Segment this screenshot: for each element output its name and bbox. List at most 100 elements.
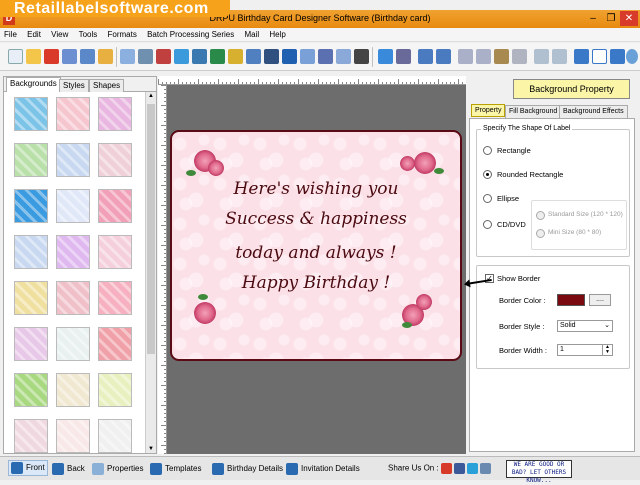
background-thumbnail[interactable] (14, 189, 48, 223)
radio-cd-dvd[interactable] (483, 220, 492, 229)
background-thumbnail[interactable] (56, 189, 90, 223)
background-thumbnail[interactable] (56, 327, 90, 361)
cut-icon[interactable] (476, 49, 491, 64)
background-thumbnail[interactable] (14, 143, 48, 177)
pencil-icon[interactable] (210, 49, 225, 64)
menu-batch-processing-series[interactable]: Batch Processing Series (143, 28, 238, 42)
fit-window-icon[interactable] (610, 49, 625, 64)
front-button[interactable]: Front (8, 460, 48, 476)
card-text-line-3[interactable]: today and always ! (172, 242, 460, 264)
border-width-spinner[interactable]: 1 ▲ ▼ (557, 344, 613, 356)
save-icon[interactable] (62, 49, 77, 64)
border-style-select[interactable]: Solid ⌄ (557, 320, 613, 332)
tab-styles[interactable]: Styles (59, 79, 89, 92)
radio-ellipse[interactable] (483, 194, 492, 203)
print-icon[interactable] (138, 49, 153, 64)
facebook-icon[interactable] (453, 463, 465, 474)
left-scrollbar[interactable]: ▲ ▼ (145, 92, 156, 453)
menu-help[interactable]: Help (265, 28, 289, 42)
background-thumbnail[interactable] (98, 97, 132, 131)
delete-icon[interactable] (512, 49, 527, 64)
background-thumbnail[interactable] (56, 419, 90, 453)
background-thumbnail[interactable] (56, 143, 90, 177)
send-back-icon[interactable] (552, 49, 567, 64)
background-thumbnail[interactable] (98, 419, 132, 453)
scroll-thumb[interactable] (147, 104, 155, 354)
radio-rounded-rectangle[interactable] (483, 170, 492, 179)
background-thumbnail[interactable] (56, 235, 90, 269)
menu-formats[interactable]: Formats (104, 28, 141, 42)
menu-edit[interactable]: Edit (23, 28, 45, 42)
templates-button[interactable]: Templates (150, 463, 201, 475)
text-icon[interactable] (282, 49, 297, 64)
close-file-icon[interactable] (44, 49, 59, 64)
batch-icon[interactable] (396, 49, 411, 64)
radio-rectangle[interactable] (483, 146, 492, 155)
background-thumbnail[interactable] (14, 327, 48, 361)
border-color-swatch[interactable] (557, 294, 585, 306)
save-as-icon[interactable] (80, 49, 95, 64)
background-thumbnail[interactable] (56, 281, 90, 315)
menu-view[interactable]: View (47, 28, 72, 42)
tab-shapes[interactable]: Shapes (89, 79, 125, 92)
actual-size-icon[interactable] (592, 49, 607, 64)
design-canvas[interactable]: Here's wishing you Success & happiness t… (167, 85, 466, 454)
database-icon[interactable] (378, 49, 393, 64)
background-thumbnail[interactable] (14, 373, 48, 407)
background-thumbnail[interactable] (56, 97, 90, 131)
card-icon[interactable] (192, 49, 207, 64)
menu-tools[interactable]: Tools (75, 28, 102, 42)
print-preview-icon[interactable] (120, 49, 135, 64)
scroll-down-icon[interactable]: ▼ (148, 446, 154, 452)
email-share-icon[interactable] (479, 463, 491, 474)
envelope-icon[interactable] (336, 49, 351, 64)
background-thumbnail[interactable] (98, 373, 132, 407)
border-color-button[interactable]: .... (589, 294, 611, 306)
tab-background-effects[interactable]: Background Effects (559, 105, 628, 118)
spinner-arrows-icon[interactable]: ▲ ▼ (602, 345, 612, 355)
restore-button[interactable]: ❐ (602, 11, 620, 26)
open-icon[interactable] (26, 49, 41, 64)
paste-icon[interactable] (494, 49, 509, 64)
invitation-details-button[interactable]: Invitation Details (286, 463, 360, 475)
shapes-icon[interactable] (228, 49, 243, 64)
mail-icon[interactable] (156, 49, 171, 64)
background-thumbnail[interactable] (98, 235, 132, 269)
copy-icon[interactable] (458, 49, 473, 64)
card-text-line-2[interactable]: Success & happiness (172, 208, 460, 230)
new-icon[interactable] (8, 49, 23, 64)
card-text-line-1[interactable]: Here's wishing you (172, 178, 460, 200)
background-thumbnail[interactable] (14, 97, 48, 131)
scroll-up-icon[interactable]: ▲ (148, 93, 154, 99)
close-button[interactable]: ✕ (620, 11, 638, 26)
birthday-details-button[interactable]: Birthday Details (212, 463, 283, 475)
background-thumbnail[interactable] (98, 189, 132, 223)
feedback-badge[interactable]: WE ARE GOOD OR BAD? LET OTHERS KNOW... (506, 460, 572, 484)
card-text-line-4[interactable]: Happy Birthday ! (172, 272, 460, 294)
background-thumbnail[interactable] (98, 143, 132, 177)
signature-icon[interactable] (318, 49, 333, 64)
grid-icon[interactable] (574, 49, 589, 64)
background-thumbnail[interactable] (98, 281, 132, 315)
background-thumbnail[interactable] (98, 327, 132, 361)
picture-icon[interactable] (300, 49, 315, 64)
bring-front-icon[interactable] (534, 49, 549, 64)
google-plus-icon[interactable] (440, 463, 452, 474)
tab-backgrounds[interactable]: Backgrounds (6, 77, 61, 92)
minimize-button[interactable]: – (584, 11, 602, 26)
watermark-icon[interactable] (246, 49, 261, 64)
menu-mail[interactable]: Mail (240, 28, 263, 42)
birthday-card[interactable]: Here's wishing you Success & happiness t… (170, 130, 462, 361)
background-thumbnail[interactable] (14, 419, 48, 453)
redo-icon[interactable] (436, 49, 451, 64)
image-icon[interactable] (174, 49, 189, 64)
tab-property[interactable]: Property (471, 104, 506, 117)
background-thumbnail[interactable] (14, 235, 48, 269)
export-icon[interactable] (98, 49, 113, 64)
properties-button[interactable]: Properties (92, 463, 143, 475)
background-thumbnail[interactable] (56, 373, 90, 407)
undo-icon[interactable] (418, 49, 433, 64)
twitter-icon[interactable] (466, 463, 478, 474)
barcode-icon[interactable] (264, 49, 279, 64)
background-thumbnail[interactable] (14, 281, 48, 315)
